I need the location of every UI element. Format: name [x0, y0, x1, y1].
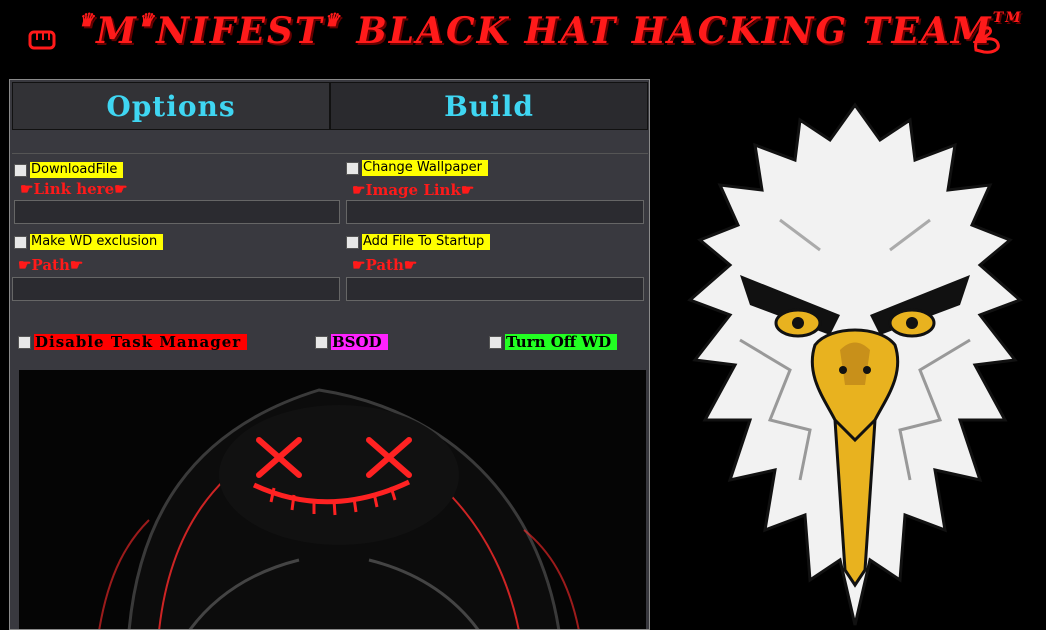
- eagle-image: [687, 102, 1023, 626]
- app-title: ♛M♛NIFEST♛ BLACK HAT HACKING TEAMTM: [78, 10, 1023, 52]
- wd-exclusion-option[interactable]: Make WD exclusion: [14, 234, 164, 250]
- bsod-label: BSOD: [331, 334, 388, 350]
- change-wallpaper-label: Change Wallpaper: [362, 160, 488, 176]
- change-wallpaper-checkbox[interactable]: [346, 161, 359, 175]
- disable-task-manager-label: Disable Task Manager: [34, 334, 248, 350]
- hacker-image: [19, 370, 646, 629]
- bsod-checkbox[interactable]: [315, 335, 328, 349]
- finger-point-icon: ☛: [352, 181, 366, 199]
- title-banner: ♛M♛NIFEST♛ BLACK HAT HACKING TEAMTM: [0, 0, 1046, 78]
- disable-task-manager-checkbox[interactable]: [18, 335, 31, 349]
- finger-point-icon: ☛: [20, 180, 34, 198]
- wallpaper-url-input[interactable]: [346, 200, 644, 224]
- turn-off-wd-label: Turn Off WD: [505, 334, 618, 350]
- change-wallpaper-option[interactable]: Change Wallpaper: [346, 160, 488, 176]
- divider: [12, 153, 648, 154]
- startup-checkbox[interactable]: [346, 235, 359, 249]
- startup-option[interactable]: Add File To Startup: [346, 234, 491, 250]
- finger-point-icon: ☛: [114, 180, 128, 198]
- crown-icon: ♛: [323, 10, 342, 31]
- crown-icon: ♛: [138, 10, 157, 31]
- finger-point-icon: ☛: [352, 256, 366, 274]
- download-file-hint: ☛Link here☛: [20, 180, 128, 198]
- finger-point-icon: ☛: [460, 181, 475, 199]
- download-file-option[interactable]: DownloadFile: [14, 162, 124, 178]
- wd-exclusion-hint: ☛Path☛: [18, 256, 84, 274]
- finger-point-icon: ☛: [403, 256, 418, 274]
- turn-off-wd-checkbox[interactable]: [489, 335, 502, 349]
- fist-icon: [28, 30, 56, 50]
- finger-point-icon: ☛: [18, 256, 32, 274]
- wd-exclusion-checkbox[interactable]: [14, 235, 27, 249]
- crown-icon: ♛: [78, 10, 97, 31]
- tab-bar: Options Build: [12, 82, 648, 130]
- muscle-icon: [974, 26, 1000, 54]
- startup-label: Add File To Startup: [362, 234, 491, 250]
- download-file-checkbox[interactable]: [14, 163, 27, 177]
- finger-point-icon: ☛: [69, 256, 84, 274]
- tab-build[interactable]: Build: [330, 82, 648, 130]
- download-file-label: DownloadFile: [30, 162, 124, 178]
- wd-exclusion-label: Make WD exclusion: [30, 234, 164, 250]
- startup-hint: ☛Path☛: [352, 256, 418, 274]
- bsod-option[interactable]: BSOD: [315, 334, 388, 350]
- main-panel: Options Build DownloadFile ☛Link here☛ C…: [9, 79, 650, 630]
- change-wallpaper-hint: ☛Image Link☛: [352, 181, 475, 199]
- startup-path-input[interactable]: [346, 277, 644, 301]
- turn-off-wd-option[interactable]: Turn Off WD: [489, 334, 618, 350]
- download-file-url-input[interactable]: [14, 200, 340, 224]
- tab-options[interactable]: Options: [12, 82, 330, 130]
- wd-exclusion-path-input[interactable]: [12, 277, 340, 301]
- disable-task-manager-option[interactable]: Disable Task Manager: [18, 334, 248, 350]
